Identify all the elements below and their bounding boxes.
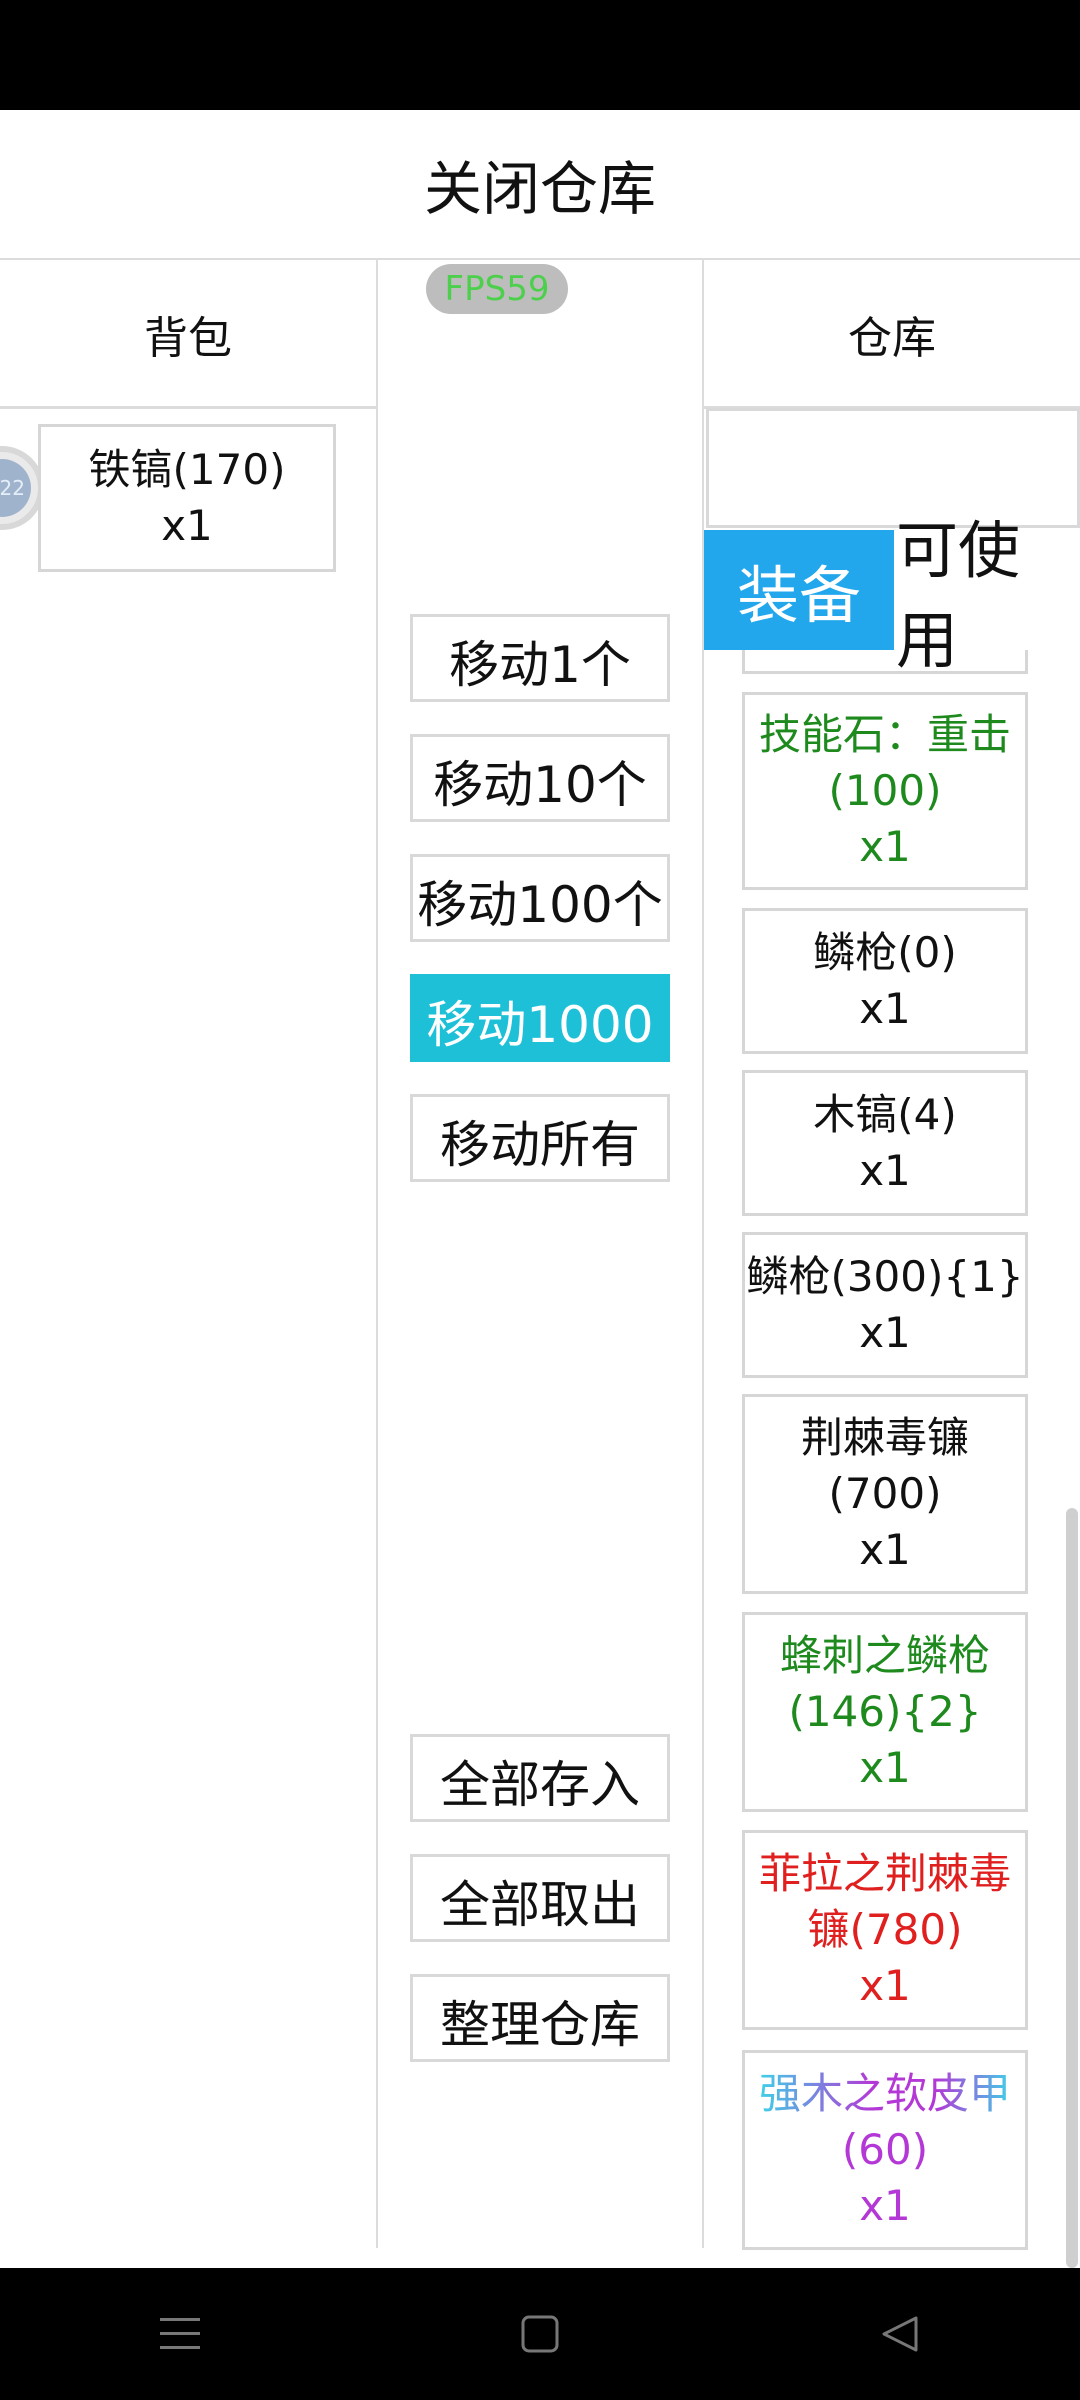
item-quantity: x1 xyxy=(859,1308,911,1357)
warehouse-item[interactable]: 菲拉之荆棘毒 镰(780) x1 xyxy=(742,1830,1028,2030)
sort-warehouse-button[interactable]: 整理仓库 xyxy=(410,1974,670,2062)
move-all-button[interactable]: 移动所有 xyxy=(410,1094,670,1182)
fps-label: FPS59 xyxy=(444,269,550,309)
move-1-button[interactable]: 移动1个 xyxy=(410,614,670,702)
system-nav-bar xyxy=(0,2268,1080,2400)
warehouse-item[interactable]: 鳞枪(0) x1 xyxy=(742,908,1028,1054)
avatar-text: 22 xyxy=(0,476,25,500)
move-1-label: 移动1个 xyxy=(449,636,631,694)
item-quantity: x1 xyxy=(859,1743,911,1792)
item-value: (700) xyxy=(828,1469,942,1518)
sort-warehouse-label: 整理仓库 xyxy=(440,1996,640,2054)
move-1000-label: 移动1000 xyxy=(426,996,654,1054)
move-all-label: 移动所有 xyxy=(440,1116,640,1174)
tab-usable[interactable]: 可使用 xyxy=(896,514,1080,677)
back-triangle-icon[interactable] xyxy=(840,2294,960,2374)
close-warehouse-label: 关闭仓库 xyxy=(423,155,656,223)
withdraw-all-label: 全部取出 xyxy=(440,1876,640,1934)
item-value: (146){2} xyxy=(788,1687,982,1736)
item-name: 铁镐(170) xyxy=(88,445,286,494)
item-quantity: x1 xyxy=(859,1146,911,1195)
item-name: 蜂刺之鳞枪 xyxy=(779,1631,990,1680)
menu-icon[interactable] xyxy=(120,2294,240,2374)
tab-equipment[interactable]: 装备 xyxy=(704,530,894,650)
item-quantity: x1 xyxy=(859,2181,911,2230)
backpack-item[interactable]: 铁镐(170) x1 xyxy=(38,424,336,572)
item-value: (100) xyxy=(828,766,942,815)
item-name: 菲拉之荆棘毒 xyxy=(758,1849,1011,1898)
item-value: (60) xyxy=(841,2125,929,2174)
warehouse-header-label: 仓库 xyxy=(848,313,936,364)
item-name: 木镐(4) xyxy=(813,1090,957,1139)
warehouse-item[interactable]: 技能石：重击 (100) x1 xyxy=(742,692,1028,890)
move-10-label: 移动10个 xyxy=(433,756,647,814)
warehouse-item[interactable]: 强木之软皮甲 (60) x1 xyxy=(742,2050,1028,2250)
status-bar xyxy=(0,0,1080,110)
home-square-icon[interactable] xyxy=(480,2294,600,2374)
fps-badge: FPS59 xyxy=(426,264,568,314)
backpack-header: 背包 xyxy=(0,262,376,409)
avatar-badge: 22 xyxy=(0,459,31,517)
withdraw-all-button[interactable]: 全部取出 xyxy=(410,1854,670,1942)
item-name: 技能石：重击 xyxy=(758,710,1011,759)
item-name: 鳞枪(0) xyxy=(813,928,957,977)
item-name: 强木之软皮甲 xyxy=(759,2066,1011,2122)
warehouse-item[interactable]: 蜂刺之鳞枪 (146){2} x1 xyxy=(742,1612,1028,1812)
warehouse-item-partial xyxy=(742,650,1028,674)
move-10-button[interactable]: 移动10个 xyxy=(410,734,670,822)
move-100-label: 移动100个 xyxy=(417,876,663,934)
item-name: 鳞枪(300){1} xyxy=(746,1252,1024,1301)
warehouse-header: 仓库 xyxy=(704,262,1080,409)
deposit-all-label: 全部存入 xyxy=(440,1756,640,1814)
item-name: 荆棘毒镰 xyxy=(800,1413,969,1462)
item-quantity: x1 xyxy=(859,822,911,871)
item-quantity: x1 xyxy=(161,501,213,550)
item-quantity: x1 xyxy=(859,1525,911,1574)
item-quantity: x1 xyxy=(859,984,911,1033)
warehouse-item[interactable]: 荆棘毒镰 (700) x1 xyxy=(742,1394,1028,1594)
item-quantity: x1 xyxy=(859,1961,911,2010)
warehouse-scrollbar[interactable] xyxy=(1066,1508,1078,2268)
item-value: 镰(780) xyxy=(807,1905,963,1954)
warehouse-item[interactable]: 鳞枪(300){1} x1 xyxy=(742,1232,1028,1378)
close-warehouse-button[interactable]: 关闭仓库 xyxy=(0,110,1080,260)
move-1000-button[interactable]: 移动1000 xyxy=(410,974,670,1062)
column-divider-left xyxy=(376,258,378,2248)
backpack-header-label: 背包 xyxy=(144,313,232,364)
tab-equipment-label: 装备 xyxy=(736,559,861,632)
deposit-all-button[interactable]: 全部存入 xyxy=(410,1734,670,1822)
warehouse-item[interactable]: 木镐(4) x1 xyxy=(742,1070,1028,1216)
move-100-button[interactable]: 移动100个 xyxy=(410,854,670,942)
